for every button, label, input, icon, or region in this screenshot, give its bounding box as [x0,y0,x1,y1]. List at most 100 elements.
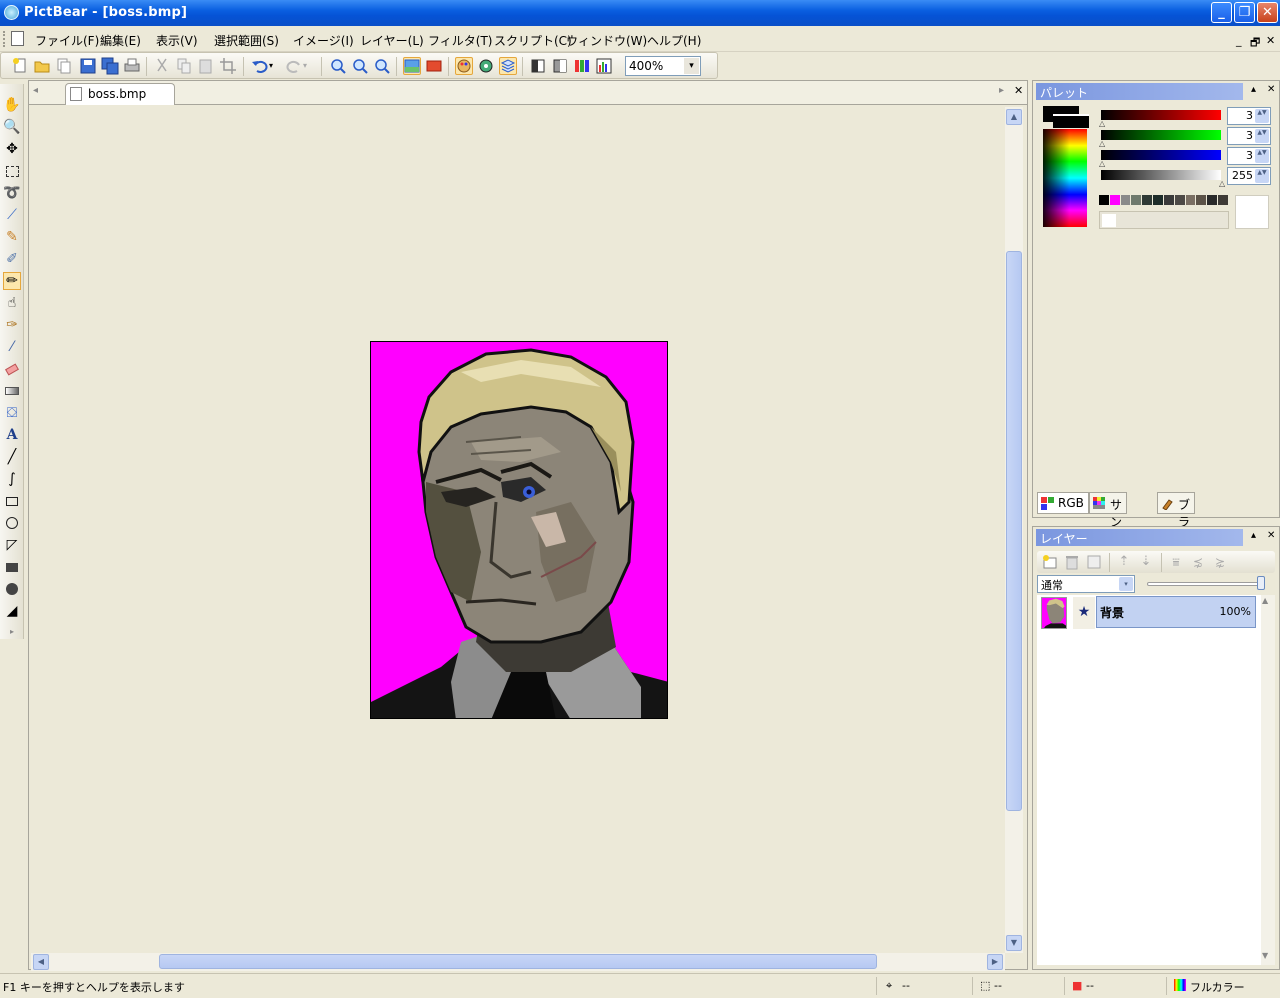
red-slider[interactable] [1101,110,1221,120]
menu-filter[interactable]: フィルタ(T) [428,32,492,49]
layer-up-icon[interactable]: ⇡ [1115,553,1133,571]
menu-image[interactable]: イメージ(I) [293,32,354,49]
undo-icon[interactable] [251,57,269,75]
menu-select[interactable]: 選択範囲(S) [214,32,279,49]
minimize-button[interactable]: _ [1211,2,1232,23]
zoom-out-icon[interactable] [351,57,369,75]
layer-panel-toggle-icon[interactable] [499,57,517,75]
layer-scroll-down-icon[interactable]: ▼ [1262,951,1268,960]
blend-dropdown-arrow-icon[interactable]: ▾ [1119,577,1133,591]
alpha-slider-marker-icon[interactable]: △ [1219,179,1225,188]
tab-brush[interactable]: ブラシ [1157,492,1196,546]
layer-properties-icon[interactable] [1085,553,1103,571]
canvas-area[interactable] [31,107,1005,953]
color-swatch[interactable] [1120,195,1132,205]
layer-opacity-thumb[interactable] [1257,576,1265,590]
tab-scroll-right-icon[interactable]: ▸ [999,85,1004,96]
palette-close-button[interactable]: ✕ [1267,84,1275,95]
full-screen-icon[interactable] [425,57,443,75]
green-slider-marker-icon[interactable]: △ [1099,139,1105,148]
layer-name-cell[interactable]: 背景 100% [1096,596,1256,628]
menu-layer[interactable]: レイヤー(L) [360,32,424,49]
mdi-minimize-button[interactable]: _ [1236,34,1242,47]
redo-dropdown-icon[interactable]: ▾ [303,57,313,75]
contrast-icon[interactable] [529,57,547,75]
blue-value-spinner[interactable]: 3 ▲▼ [1227,147,1271,165]
rect-select-tool-icon[interactable] [3,162,21,180]
color-swatch[interactable] [1196,195,1208,205]
filled-rectangle-tool-icon[interactable] [3,558,21,576]
save-all-icon[interactable] [101,57,119,75]
merge-down-icon[interactable]: ⩸ [1167,553,1185,571]
zoom-tool-icon[interactable]: 🔍 [3,118,21,136]
document-tab-boss[interactable]: boss.bmp [65,83,175,105]
layer-close-button[interactable]: ✕ [1267,530,1275,541]
mdi-restore-button[interactable]: 🗗 [1250,34,1260,53]
grayscale-icon[interactable] [551,57,569,75]
curve-tool-icon[interactable]: ∫ [3,470,21,488]
image-window-toggle-icon[interactable] [403,57,421,75]
red-value-spinner[interactable]: 3 ▲▼ [1227,107,1271,125]
alpha-slider[interactable] [1101,170,1221,180]
alpha-value-spinner[interactable]: 255 ▲▼ [1227,167,1271,185]
new-layer-icon[interactable] [1041,553,1059,571]
color-spectrum-picker[interactable] [1043,129,1087,227]
menu-file[interactable]: ファイル(F) [35,32,99,49]
close-button[interactable]: ✕ [1257,2,1278,23]
crop-icon[interactable] [219,57,237,75]
new-file-icon[interactable] [11,57,29,75]
palette-panel-toggle-icon[interactable] [455,57,473,75]
blue-spin-arrows-icon[interactable]: ▲▼ [1255,149,1269,163]
undo-dropdown-icon[interactable]: ▾ [269,57,279,75]
brush-tool-icon[interactable]: ✎ [3,228,21,246]
redo-icon[interactable] [285,57,303,75]
blue-slider[interactable] [1101,150,1221,160]
color-swatch[interactable] [1185,195,1197,205]
mdi-close-button[interactable]: ✕ [1266,34,1275,47]
gradient-tool-icon[interactable] [3,382,21,400]
print-icon[interactable] [123,57,141,75]
filled-ellipse-tool-icon[interactable] [3,580,21,598]
text-tool-icon[interactable]: A [3,426,21,444]
color-balance-icon[interactable] [573,57,591,75]
eyedropper-tool-icon[interactable]: ⁄ [3,338,21,356]
menu-script[interactable]: スクリプト(C) [494,32,572,49]
document-system-menu-icon[interactable] [11,31,24,46]
cut-icon[interactable] [153,57,171,75]
lasso-tool-icon[interactable]: ➰ [3,184,21,202]
rectangle-tool-icon[interactable] [3,492,21,510]
layer-thumbnail[interactable] [1041,597,1067,629]
background-color-swatch[interactable] [1053,114,1089,128]
red-slider-marker-icon[interactable]: △ [1099,119,1105,128]
color-swatch[interactable] [1131,195,1143,205]
fill-bucket-tool-icon[interactable]: ⛋ [3,404,21,422]
save-icon[interactable] [79,57,97,75]
airbrush-tool-icon[interactable]: ✐ [3,250,21,268]
green-value-spinner[interactable]: 3 ▲▼ [1227,127,1271,145]
open-folder-icon[interactable] [33,57,51,75]
tab-scroll-left-icon[interactable]: ◂ [33,85,38,96]
copy-doc-icon[interactable] [55,57,73,75]
vertical-scrollbar[interactable]: ▲ ▼ [1005,107,1023,953]
layer-pin-icon[interactable]: ▴ [1251,530,1256,541]
green-slider[interactable] [1101,130,1221,140]
menu-window[interactable]: ウィンドウ(W) [566,32,647,49]
scroll-up-icon[interactable]: ▲ [1006,109,1022,125]
pictbear-app-icon[interactable] [4,5,19,20]
menubar-grip[interactable] [3,31,6,47]
merge-visible-icon[interactable]: ⋨ [1189,553,1207,571]
layer-scroll-up-icon[interactable]: ▲ [1262,596,1268,605]
navigator-toggle-icon[interactable] [477,57,495,75]
scroll-right-icon[interactable]: ▶ [987,954,1003,970]
move-tool-icon[interactable]: ✥ [3,140,21,158]
histogram-icon[interactable] [595,57,613,75]
menu-help[interactable]: ヘルプ(H) [647,32,701,49]
layer-opacity-slider[interactable] [1147,582,1265,586]
color-swatch[interactable] [1109,195,1121,205]
layer-list-scrollbar[interactable]: ▲ ▼ [1261,595,1275,965]
delete-layer-icon[interactable] [1063,553,1081,571]
blend-mode-select[interactable]: 通常 ▾ [1037,575,1135,593]
color-swatch[interactable] [1207,195,1219,205]
toolbox-expand-icon[interactable]: ▸ [3,622,21,640]
filled-polygon-tool-icon[interactable]: ◢ [3,602,21,620]
